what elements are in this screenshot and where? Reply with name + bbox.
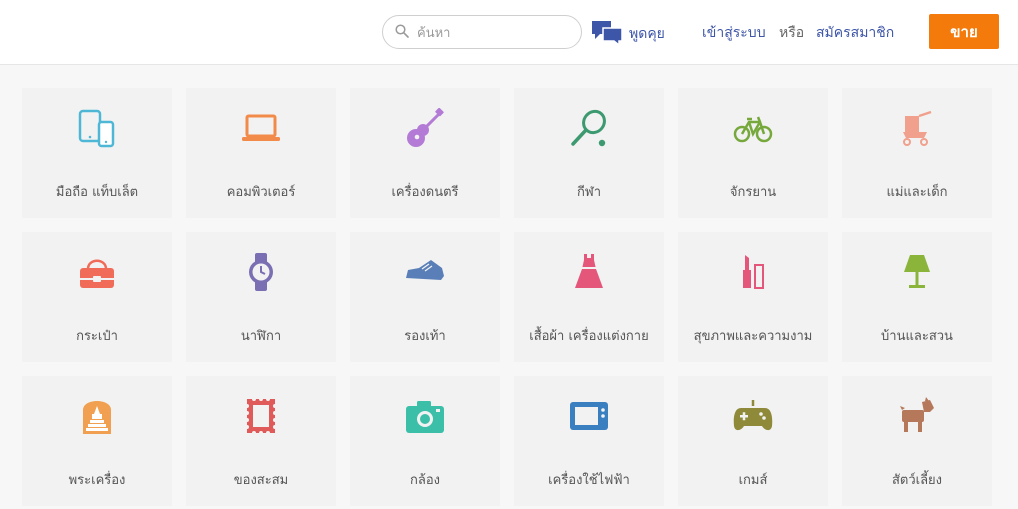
category-tile-camera[interactable]: กล้อง [350,376,500,506]
lamp-icon [897,252,937,292]
category-tile-instrument[interactable]: เครื่องดนตรี [350,88,500,218]
category-tile-mother-baby[interactable]: แม่และเด็ก [842,88,992,218]
category-label: กล้อง [410,473,440,488]
watch-icon [241,252,281,292]
category-label: เสื้อผ้า เครื่องแต่งกาย [529,329,649,344]
category-tile-watch[interactable]: นาฬิกา [186,232,336,362]
laptop-icon [241,108,281,148]
category-label: สุขภาพและความงาม [693,329,813,344]
category-tile-collectibles[interactable]: ของสะสม [186,376,336,506]
search-input[interactable] [415,22,569,44]
stamp-icon [241,396,281,436]
category-label: บ้านและสวน [881,329,953,344]
register-link[interactable]: สมัครสมาชิก [816,22,894,44]
login-link[interactable]: เข้าสู่ระบบ [702,22,766,44]
or-separator: หรือ [779,25,805,41]
category-label: สัตว์เลี้ยง [891,473,943,488]
amulet-icon [77,396,117,436]
category-label: จักรยาน [729,185,777,200]
gamepad-icon [733,396,773,436]
bicycle-icon [733,108,773,148]
category-label: คอมพิวเตอร์ [226,185,296,200]
category-label: กระเป๋า [76,329,118,344]
guitar-icon [405,108,445,148]
handbag-icon [77,252,117,292]
category-label: ของสะสม [233,473,289,488]
chat-label: พูดคุย [629,26,665,42]
dog-icon [897,396,937,436]
category-label: แม่และเด็ก [886,185,948,200]
category-grid: มือถือ แท็บเล็ต คอมพิวเตอร์ เครื่องดนตรี [22,88,992,506]
phone-tablet-icon [77,108,117,148]
category-tile-amulet[interactable]: พระเครื่อง [22,376,172,506]
category-label: มือถือ แท็บเล็ต [55,185,139,200]
chat-bubbles-icon [592,21,623,46]
category-tile-games[interactable]: เกมส์ [678,376,828,506]
top-header: พูดคุย เข้าสู่ระบบ หรือ สมัครสมาชิก ขาย [0,0,1018,65]
search-icon [395,24,409,38]
television-icon [569,396,609,436]
category-label: รองเท้า [404,329,446,344]
shoe-icon [405,252,445,292]
category-tile-home-garden[interactable]: บ้านและสวน [842,232,992,362]
lipstick-icon [733,252,773,292]
category-tile-sport[interactable]: กีฬา [514,88,664,218]
category-tile-pets[interactable]: สัตว์เลี้ยง [842,376,992,506]
category-tile-bicycle[interactable]: จักรยาน [678,88,828,218]
category-tile-shoes[interactable]: รองเท้า [350,232,500,362]
tennis-racket-icon [569,108,609,148]
search-box[interactable] [382,15,582,49]
category-label: พระเครื่อง [68,473,126,488]
category-label: กีฬา [576,185,602,200]
stroller-icon [897,108,937,148]
category-tile-mobile[interactable]: มือถือ แท็บเล็ต [22,88,172,218]
category-label: นาฬิกา [240,329,282,344]
category-tile-computer[interactable]: คอมพิวเตอร์ [186,88,336,218]
camera-icon [405,396,445,436]
sell-button[interactable]: ขาย [929,14,999,49]
category-label: เครื่องดนตรี [391,185,459,200]
category-tile-bag[interactable]: กระเป๋า [22,232,172,362]
category-label: เครื่องใช้ไฟฟ้า [548,473,630,488]
category-tile-beauty[interactable]: สุขภาพและความงาม [678,232,828,362]
category-tile-clothing[interactable]: เสื้อผ้า เครื่องแต่งกาย [514,232,664,362]
category-tile-appliance[interactable]: เครื่องใช้ไฟฟ้า [514,376,664,506]
dress-icon [569,252,609,292]
category-label: เกมส์ [738,473,768,488]
